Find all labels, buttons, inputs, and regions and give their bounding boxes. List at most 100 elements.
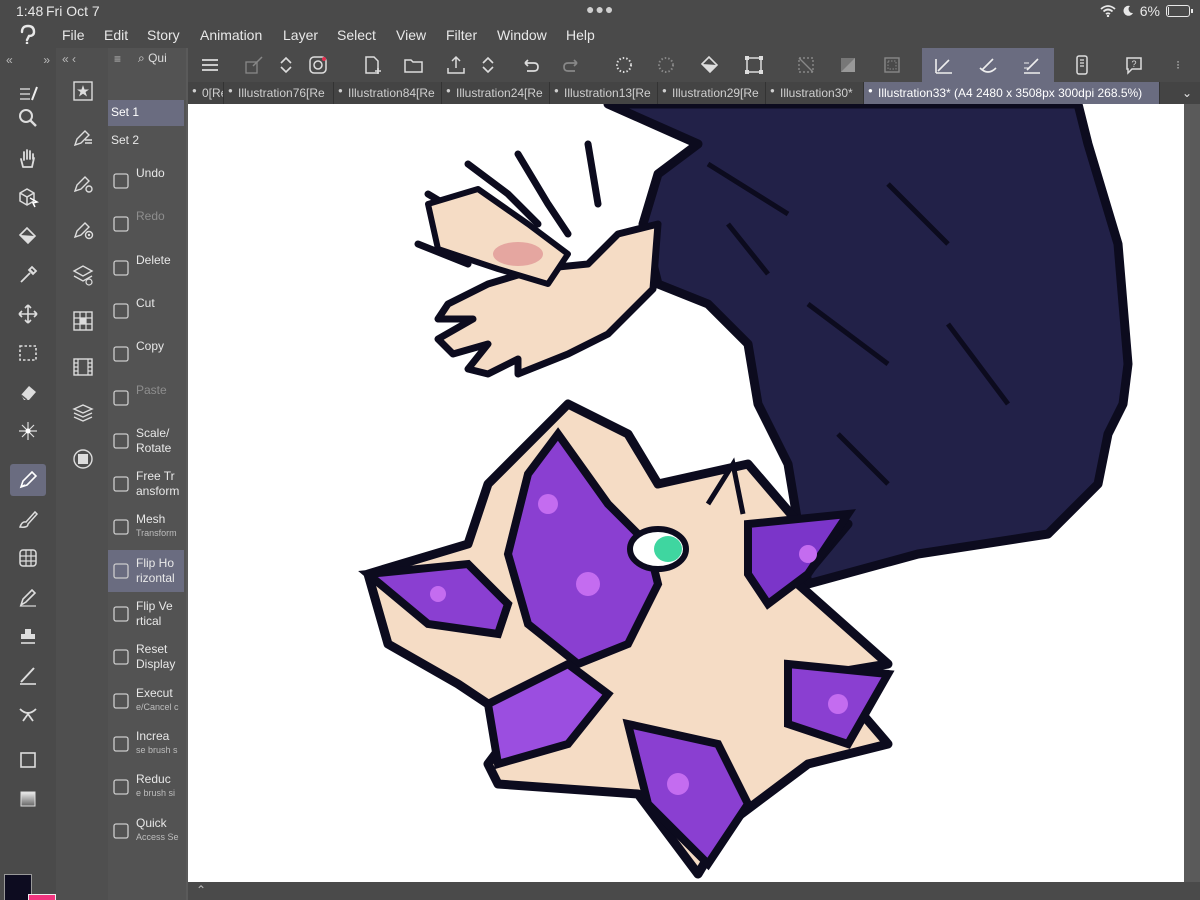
set-2-tab[interactable]: Set 2 [108, 128, 184, 154]
arrows-updown-icon[interactable] [272, 52, 300, 78]
document-tab[interactable]: Illustration24[Re [442, 82, 550, 104]
quick-access-tab[interactable]: ⌕ Qui [138, 51, 167, 66]
redo-icon[interactable] [558, 52, 586, 78]
export-icon[interactable] [442, 52, 470, 78]
menu-help[interactable]: Help [566, 27, 595, 43]
chevron-down-icon[interactable]: ⌄ [1182, 86, 1192, 100]
command-menu-icon[interactable] [196, 52, 224, 78]
magic-wand-icon[interactable] [10, 415, 46, 447]
quick-action-mesh[interactable]: Mesh Transform [108, 506, 184, 548]
layers-icon[interactable] [68, 398, 98, 428]
menu-layer[interactable]: Layer [283, 27, 318, 43]
quick-action-paste[interactable]: Paste [108, 377, 184, 419]
quick-action-quick[interactable]: Quick Access Se [108, 810, 184, 852]
stroke-icon[interactable] [10, 659, 46, 691]
quick-action-flip-ho-rizontal[interactable]: Flip Ho rizontal [108, 550, 184, 592]
undo-icon[interactable] [516, 52, 544, 78]
pen-target-icon[interactable] [68, 214, 98, 244]
gradient-icon[interactable] [10, 783, 46, 815]
eraser-icon[interactable] [10, 376, 46, 408]
cloud-sync-icon[interactable] [304, 52, 332, 78]
quick-action-delete[interactable]: Delete [108, 247, 184, 289]
menu-select[interactable]: Select [337, 27, 376, 43]
sparkle-icon[interactable] [10, 698, 46, 730]
quick-action-copy[interactable]: Copy [108, 333, 184, 375]
selection-border-icon[interactable] [878, 52, 906, 78]
pen-layers-icon[interactable] [68, 122, 98, 152]
move-icon[interactable] [10, 298, 46, 330]
document-tab[interactable]: Illustration33* (A4 2480 x 3508px 300dpi… [864, 82, 1160, 104]
menu-filter[interactable]: Filter [446, 27, 477, 43]
quick-action-free-tr-ansform[interactable]: Free Tr ansform [108, 463, 184, 505]
clear-outside-icon[interactable] [652, 52, 680, 78]
quick-action-redo[interactable]: Redo [108, 203, 184, 245]
grid-snap-icon[interactable] [1010, 48, 1054, 82]
expand-right-icon[interactable]: » [43, 53, 50, 67]
quick-action-scale-rotate[interactable]: Scale/ Rotate [108, 420, 184, 462]
help-icon[interactable]: ? [1120, 52, 1148, 78]
arrows-updown-2-icon[interactable] [474, 52, 502, 78]
set-1-tab[interactable]: Set 1 [108, 100, 184, 126]
quick-access-menu-icon[interactable]: ≡ [114, 52, 121, 66]
drawing-canvas[interactable] [188, 104, 1184, 882]
document-tab[interactable]: Illustration76[Re [224, 82, 334, 104]
subtool-collapse-icon[interactable]: « ‹ [62, 52, 76, 66]
quick-action-undo[interactable]: Undo [108, 160, 184, 202]
command-bar-overflow[interactable]: ⁝ [1164, 52, 1192, 78]
ruler-snap-icon[interactable] [922, 48, 966, 82]
menu-edit[interactable]: Edit [104, 27, 128, 43]
special-ruler-snap-icon[interactable] [966, 48, 1010, 82]
quick-action-cut[interactable]: Cut [108, 290, 184, 332]
stamp-icon[interactable] [10, 620, 46, 652]
star-frame-icon[interactable] [68, 76, 98, 106]
document-tab[interactable]: Illustration84[Re [334, 82, 442, 104]
quick-action-flip-ve-rtical[interactable]: Flip Ve rtical [108, 593, 184, 635]
pencil-icon[interactable] [10, 581, 46, 613]
collapse-left-icon[interactable]: « [6, 53, 13, 67]
pen-settings-icon[interactable] [68, 168, 98, 198]
fill-icon[interactable] [10, 220, 46, 252]
delete-icon[interactable] [610, 52, 638, 78]
color-set-icon[interactable] [68, 306, 98, 336]
quick-action-reduc[interactable]: Reduc e brush si [108, 766, 184, 808]
invert-selection-icon[interactable] [834, 52, 862, 78]
device-settings-icon[interactable] [1068, 52, 1096, 78]
quick-action-reset-display[interactable]: Reset Display [108, 636, 184, 678]
menu-window[interactable]: Window [497, 27, 547, 43]
search-icon[interactable] [10, 102, 46, 134]
document-tab[interactable]: Illustration29[Re [658, 82, 766, 104]
transform-icon[interactable] [740, 52, 768, 78]
menu-story[interactable]: Story [147, 27, 180, 43]
navigator-icon[interactable] [68, 444, 98, 474]
document-tab[interactable]: Illustration30* [766, 82, 864, 104]
fill-command-icon[interactable] [696, 52, 724, 78]
marquee-icon[interactable] [10, 337, 46, 369]
menu-file[interactable]: File [62, 27, 85, 43]
quick-action-execut[interactable]: Execut e/Cancel c [108, 680, 184, 722]
hand-icon[interactable] [10, 142, 46, 174]
document-tab[interactable]: 0[Re [188, 82, 224, 104]
menu-animation[interactable]: Animation [200, 27, 262, 43]
multitask-dots-icon[interactable]: ●●● [586, 1, 614, 17]
open-folder-icon[interactable] [400, 52, 428, 78]
document-tab[interactable]: Illustration13[Re [550, 82, 658, 104]
deselect-icon[interactable] [792, 52, 820, 78]
brush-icon[interactable] [10, 503, 46, 535]
eyedropper-icon[interactable] [10, 259, 46, 291]
grid-icon[interactable] [10, 542, 46, 574]
expand-up-icon[interactable]: ⌃ [196, 883, 206, 897]
vertical-scrollbar[interactable] [1184, 104, 1200, 882]
edit-disabled-icon[interactable] [240, 52, 268, 78]
svg-text:?: ? [1131, 59, 1136, 69]
timeline-icon[interactable] [68, 352, 98, 382]
pen-icon[interactable] [10, 464, 46, 496]
menu-view[interactable]: View [396, 27, 426, 43]
quick-action-increa[interactable]: Increa se brush s [108, 723, 184, 765]
cube-select-icon[interactable] [10, 181, 46, 213]
rectangle-icon[interactable] [10, 744, 46, 776]
quick-action-icon [110, 603, 132, 625]
layer-properties-icon[interactable] [68, 260, 98, 290]
sub-color-swatch[interactable] [28, 894, 56, 900]
new-file-icon[interactable] [358, 52, 386, 78]
app-logo-icon[interactable] [18, 24, 38, 44]
